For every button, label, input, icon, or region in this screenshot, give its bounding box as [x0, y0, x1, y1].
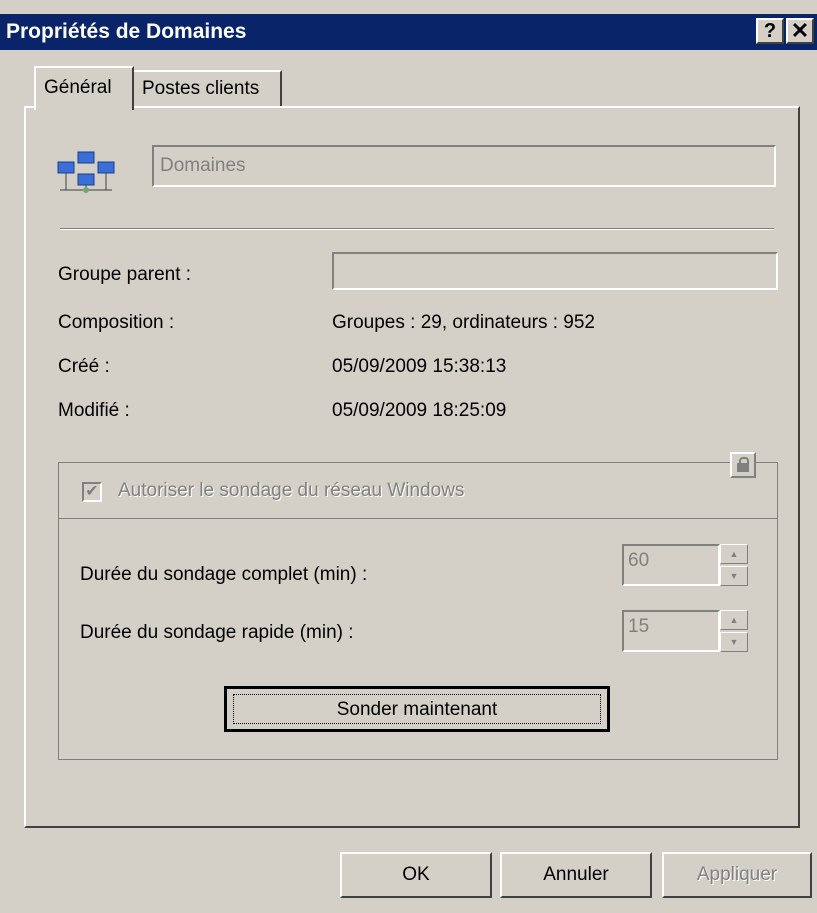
down-arrow-icon: ▼	[729, 637, 739, 647]
parent-group-field[interactable]	[332, 252, 778, 290]
apply-button[interactable]: Appliquer	[662, 852, 812, 898]
full-poll-duration-field[interactable]: 60	[622, 544, 720, 586]
quick-poll-duration-label: Durée du sondage rapide (min) :	[80, 622, 354, 643]
composition-label: Composition :	[58, 312, 175, 333]
tab-client-stations-label: Postes clients	[142, 78, 260, 99]
close-icon: ✕	[790, 18, 810, 43]
properties-dialog: Propriétés de Domaines ? ✕ Général Poste…	[0, 0, 817, 913]
full-poll-up-arrow[interactable]: ▲	[720, 544, 748, 564]
modified-label: Modifié :	[58, 400, 130, 421]
quick-poll-duration-field[interactable]: 15	[622, 610, 720, 652]
help-button[interactable]: ?	[756, 18, 784, 44]
poll-now-button[interactable]: Sonder maintenant	[224, 686, 610, 732]
network-group-icon	[54, 150, 118, 194]
tab-general[interactable]: Général	[34, 66, 134, 110]
window-title: Propriétés de Domaines	[6, 20, 247, 43]
full-poll-duration-label: Durée du sondage complet (min) :	[80, 564, 368, 585]
cancel-button[interactable]: Annuler	[500, 852, 652, 898]
checkmark-icon: ✔	[85, 483, 99, 500]
full-poll-duration-spinner[interactable]: 60 ▲ ▼	[622, 544, 748, 586]
ok-button[interactable]: OK	[340, 852, 492, 898]
composition-value: Groupes : 29, ordinateurs : 952	[332, 312, 595, 333]
up-arrow-icon: ▲	[729, 615, 739, 625]
quick-poll-duration-spinner[interactable]: 15 ▲ ▼	[622, 610, 748, 652]
tab-client-stations[interactable]: Postes clients	[132, 70, 282, 108]
tab-general-label: Général	[44, 77, 112, 98]
poll-now-label: Sonder maintenant	[233, 694, 601, 724]
group-name-field[interactable]: Domaines	[152, 145, 776, 187]
allow-polling-checkbox[interactable]: ✔	[82, 482, 102, 502]
quick-poll-up-arrow[interactable]: ▲	[720, 610, 748, 630]
quick-poll-down-arrow[interactable]: ▼	[720, 632, 748, 652]
full-poll-down-arrow[interactable]: ▼	[720, 566, 748, 586]
modified-value: 05/09/2009 18:25:09	[332, 400, 507, 421]
parent-group-label: Groupe parent :	[58, 264, 192, 285]
up-arrow-icon: ▲	[729, 549, 739, 559]
down-arrow-icon: ▼	[729, 571, 739, 581]
separator	[60, 228, 774, 230]
lock-button[interactable]	[730, 452, 756, 478]
created-label: Créé :	[58, 356, 110, 377]
allow-polling-label: Autoriser le sondage du réseau Windows	[118, 480, 465, 501]
created-value: 05/09/2009 15:38:13	[332, 356, 507, 377]
close-button[interactable]: ✕	[786, 18, 814, 44]
title-bar[interactable]: Propriétés de Domaines ? ✕	[0, 14, 817, 50]
